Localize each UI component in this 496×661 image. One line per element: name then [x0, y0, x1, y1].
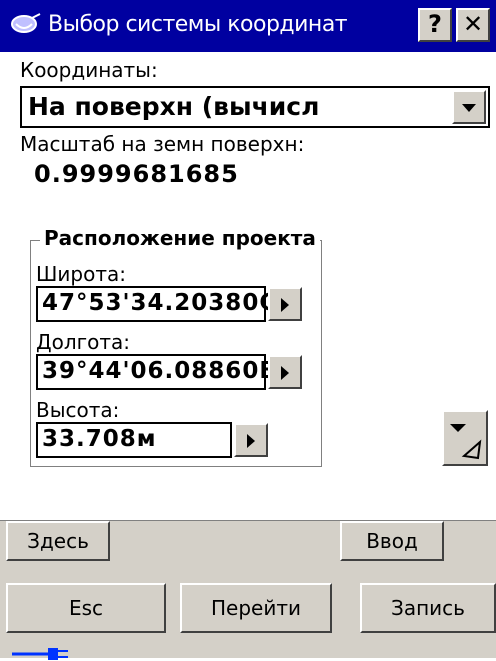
latitude-label: Широта:	[36, 262, 126, 286]
here-button[interactable]: Здесь	[6, 521, 110, 561]
satellite-dish-icon	[11, 13, 41, 33]
height-options-button[interactable]	[234, 423, 268, 457]
coordinates-dropdown[interactable]: На поверхн (вычисл	[20, 86, 490, 128]
close-button[interactable]: ✕	[456, 8, 490, 42]
longitude-value: 39°44'06.08860В	[42, 358, 278, 384]
bottom-panel: Здесь Ввод Esc Перейти Запись	[0, 520, 496, 660]
chevron-down-icon	[462, 104, 476, 112]
longitude-label: Долгота:	[36, 330, 131, 354]
window-title: Выбор системы координат	[48, 12, 348, 37]
latitude-field[interactable]: 47°53'34.20380С	[36, 286, 276, 322]
height-label: Высота:	[36, 398, 120, 422]
scale-label: Масштаб на земн поверхн:	[20, 132, 305, 156]
dropdown-arrow-button[interactable]	[452, 90, 486, 124]
height-field[interactable]: 33.708м	[36, 422, 232, 458]
title-bar: Выбор системы координат ? ✕	[0, 0, 496, 52]
scroll-down-button[interactable]	[442, 410, 488, 466]
record-button[interactable]: Запись	[360, 583, 496, 633]
arrow-right-icon	[281, 366, 289, 380]
latitude-value: 47°53'34.20380С	[42, 290, 278, 316]
longitude-options-button[interactable]	[268, 355, 302, 389]
scroll-down-icon	[450, 424, 482, 460]
enter-button[interactable]: Ввод	[340, 521, 444, 561]
arrow-right-icon	[247, 434, 255, 448]
esc-button[interactable]: Esc	[6, 583, 166, 633]
project-location-title: Расположение проекта	[40, 226, 320, 250]
power-plug-icon	[12, 648, 68, 660]
coordinates-selected-value: На поверхн (вычисл	[28, 92, 320, 121]
arrow-right-icon	[281, 298, 289, 312]
goto-button[interactable]: Перейти	[180, 583, 332, 633]
height-value: 33.708м	[42, 426, 157, 452]
longitude-field[interactable]: 39°44'06.08860В	[36, 354, 277, 390]
coordinates-label: Координаты:	[20, 58, 158, 82]
latitude-options-button[interactable]	[268, 287, 302, 321]
scale-value: 0.9999681685	[34, 160, 239, 188]
help-button[interactable]: ?	[418, 8, 452, 42]
